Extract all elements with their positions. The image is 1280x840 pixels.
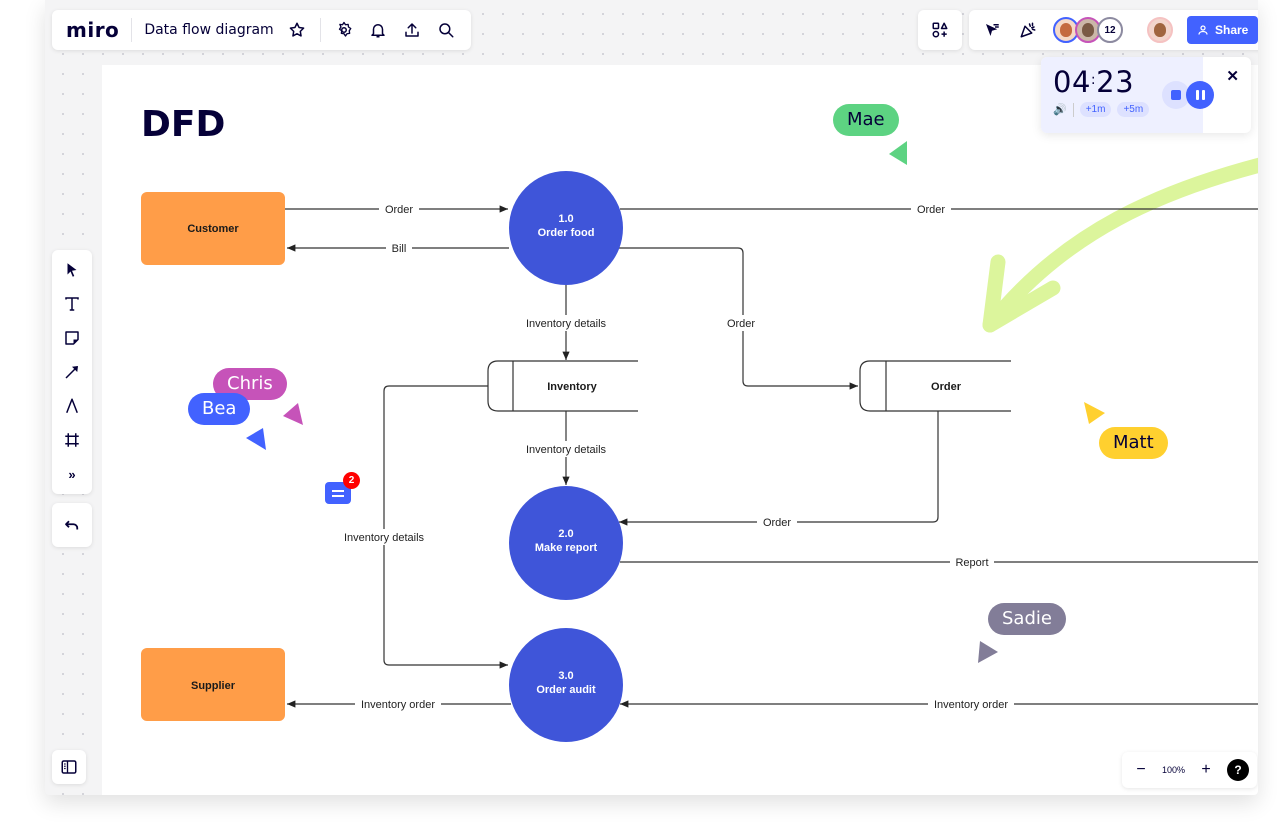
process-id: 3.0 <box>558 670 573 682</box>
zoom-level[interactable]: 100% <box>1162 765 1185 775</box>
settings-icon[interactable] <box>333 19 355 41</box>
sidebar-icon <box>58 756 80 778</box>
flow-label: Inventory details <box>526 444 607 456</box>
process-id: 1.0 <box>558 213 573 225</box>
cursor-tag-bea: Bea <box>188 393 251 425</box>
star-icon[interactable] <box>286 19 308 41</box>
celebrate-icon[interactable] <box>1017 19 1039 41</box>
more-tools-icon[interactable]: » <box>52 460 92 488</box>
entity-customer-label: Customer <box>187 223 239 235</box>
flow-label: Bill <box>392 243 407 255</box>
frame-icon[interactable] <box>52 426 92 454</box>
flow-label: Order <box>917 204 945 216</box>
cursor-pointer-matt <box>1084 402 1105 424</box>
undo-icon[interactable] <box>61 514 83 536</box>
help-button[interactable]: ? <box>1227 759 1250 781</box>
cursor-tag-matt: Matt <box>1099 427 1168 459</box>
bell-icon[interactable] <box>367 19 389 41</box>
pause-timer-button[interactable] <box>1186 81 1214 109</box>
text-icon[interactable] <box>52 290 92 318</box>
current-user-avatar[interactable] <box>1147 17 1173 43</box>
undo-panel <box>52 503 92 547</box>
sidebar-toggle-button[interactable] <box>52 750 86 784</box>
divider <box>131 18 133 42</box>
cursor-pointer-bea <box>246 428 266 450</box>
store-inventory-label: Inventory <box>547 381 597 393</box>
flow-inventory-details-left[interactable] <box>383 385 508 669</box>
flow-label: Inventory details <box>526 318 607 330</box>
comment-count-badge: 2 <box>343 472 360 489</box>
collaborator-avatars[interactable]: 12 <box>1053 17 1123 43</box>
cursor-tag-mae: Mae <box>833 104 899 136</box>
process-label: Order food <box>538 227 595 239</box>
miro-window: Order Bill Order Inventory details Order… <box>45 0 1258 795</box>
flow-label: Order <box>385 204 413 216</box>
stop-icon <box>1171 90 1181 100</box>
upload-icon[interactable] <box>401 19 423 41</box>
shapes-icon[interactable] <box>929 19 951 41</box>
sticky-note-icon[interactable] <box>52 324 92 352</box>
process-label: Make report <box>535 542 598 554</box>
close-icon[interactable]: ✕ <box>1226 67 1239 85</box>
left-toolbar: » <box>52 250 92 494</box>
store-order-label: Order <box>931 381 962 393</box>
top-left-toolbar: miro Data flow diagram <box>52 10 471 50</box>
process-label: Order audit <box>536 684 596 696</box>
flow-label: Inventory order <box>934 699 1008 711</box>
miro-logo[interactable]: miro <box>66 18 119 42</box>
arrow-icon[interactable] <box>52 358 92 386</box>
cursor-follow-icon[interactable] <box>981 19 1003 41</box>
timer-widget: 04:23 🔊 +1m +5m ✕ <box>1041 57 1251 133</box>
share-button[interactable]: Share <box>1187 16 1258 44</box>
cursor-pointer-sadie <box>978 641 998 663</box>
flow-label: Inventory order <box>361 699 435 711</box>
flow-label: Order <box>727 318 755 330</box>
add-5-minutes-button[interactable]: +5m <box>1117 102 1150 117</box>
process-id: 2.0 <box>558 528 573 540</box>
board-title[interactable]: Data flow diagram <box>144 22 273 38</box>
volume-icon[interactable]: 🔊 <box>1053 103 1067 116</box>
top-right-toolbar: 12 Share <box>969 10 1258 50</box>
user-icon <box>1198 25 1208 35</box>
zoom-controls: − 100% + ? <box>1122 752 1258 788</box>
pen-icon[interactable] <box>52 392 92 420</box>
collaborator-count[interactable]: 12 <box>1097 17 1123 43</box>
timer-display: 04:23 <box>1053 65 1135 99</box>
diagram-title: DFD <box>141 104 225 145</box>
cursor-pointer-chris <box>283 403 303 425</box>
search-icon[interactable] <box>435 19 457 41</box>
flow-label: Order <box>763 517 791 529</box>
zoom-in-icon[interactable]: + <box>1195 759 1217 781</box>
add-1-minute-button[interactable]: +1m <box>1079 102 1112 117</box>
entity-supplier-label: Supplier <box>191 680 236 692</box>
shapes-panel <box>918 10 962 50</box>
flow-label: Inventory details <box>344 532 425 544</box>
cursor-pointer-mae <box>889 141 907 165</box>
flow-order-to-report[interactable] <box>619 411 939 526</box>
cursor-tag-sadie: Sadie <box>988 603 1066 635</box>
divider <box>319 18 321 42</box>
share-label: Share <box>1215 23 1249 37</box>
flow-label: Report <box>955 557 988 569</box>
zoom-out-icon[interactable]: − <box>1130 759 1152 781</box>
select-icon[interactable] <box>52 256 92 284</box>
